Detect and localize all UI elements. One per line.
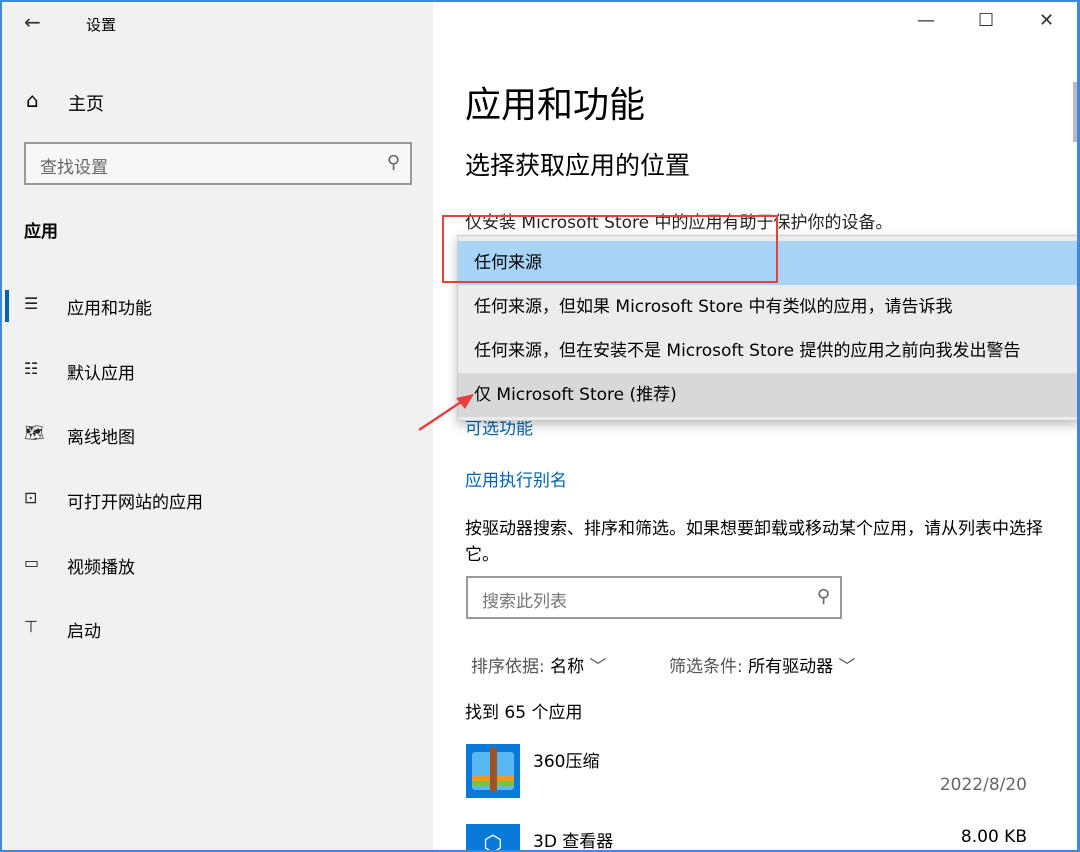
archive-app-icon: [466, 744, 520, 798]
app-name: 3D 查看器: [533, 827, 613, 852]
back-arrow-icon[interactable]: ←: [24, 10, 41, 34]
maximize-button[interactable]: ☐: [978, 10, 994, 31]
main-panel: — ☐ ✕ 应用和功能 选择获取应用的位置 仅安装 Microsoft Stor…: [433, 2, 1077, 850]
settings-search-input[interactable]: 查找设置 ⚲: [24, 142, 412, 185]
option-store-only[interactable]: 仅 Microsoft Store (推荐): [458, 373, 1078, 417]
page-title: 应用和功能: [465, 76, 645, 128]
map-icon: 🗺: [24, 423, 44, 442]
annotation-arrow-icon: [416, 392, 476, 434]
sidebar-home[interactable]: 主页: [68, 90, 104, 116]
sidebar-item-video[interactable]: ▭ 视频播放: [2, 543, 433, 587]
section-heading: 应用: [24, 217, 58, 242]
video-icon: ▭: [24, 553, 39, 572]
app-count: 找到 65 个应用: [465, 698, 582, 723]
3d-viewer-icon: ⬡: [466, 824, 520, 852]
app-date: 2022/8/20: [940, 775, 1027, 795]
filter-value: 所有驱动器: [748, 657, 833, 677]
default-apps-icon: ☷: [24, 359, 38, 378]
sidebar-item-label: 离线地图: [67, 423, 135, 448]
sidebar-item-default-apps[interactable]: ☷ 默认应用: [2, 349, 433, 393]
search-icon[interactable]: ⚲: [387, 152, 400, 173]
sidebar-item-label: 启动: [67, 617, 101, 642]
minimize-button[interactable]: —: [917, 10, 935, 31]
apps-list-icon: ☰: [24, 294, 38, 313]
app-list-search-input[interactable]: 搜索此列表 ⚲: [466, 576, 842, 619]
chevron-down-icon: ﹀: [839, 657, 856, 677]
home-icon[interactable]: ⌂: [26, 88, 39, 112]
sidebar-item-web-apps[interactable]: ⊡ 可打开网站的应用: [2, 478, 433, 522]
app-name: 360压缩: [533, 747, 599, 772]
app-list-item[interactable]: ⬡ 3D 查看器 8.00 KB: [433, 817, 1073, 852]
filter-dropdown[interactable]: 筛选条件: 所有驱动器 ﹀: [669, 652, 856, 677]
app-size: 8.00 KB: [961, 827, 1027, 847]
sidebar-item-label: 视频播放: [67, 553, 135, 578]
sort-label: 排序依据:: [471, 657, 545, 677]
list-description: 按驱动器搜索、排序和筛选。如果想要卸载或移动某个应用，请从列表中选择它。: [465, 516, 1055, 568]
sidebar: ← 设置 ⌂ 主页 查找设置 ⚲ 应用 ☰ 应用和功能 ☷ 默认应用 🗺 离线地…: [2, 2, 433, 850]
search-icon[interactable]: ⚲: [817, 586, 830, 607]
chevron-down-icon: ﹀: [590, 657, 607, 677]
window-title: 设置: [86, 14, 116, 35]
option-any-source-notify[interactable]: 任何来源，但如果 Microsoft Store 中有类似的应用，请告诉我: [458, 285, 1078, 329]
sidebar-item-label: 默认应用: [67, 359, 135, 384]
sidebar-item-label: 可打开网站的应用: [67, 488, 203, 513]
filter-label: 筛选条件:: [669, 657, 743, 677]
search-placeholder: 查找设置: [40, 153, 108, 178]
annotation-highlight-box: [442, 215, 778, 283]
sort-value: 名称: [550, 657, 584, 677]
settings-window: ← 设置 ⌂ 主页 查找设置 ⚲ 应用 ☰ 应用和功能 ☷ 默认应用 🗺 离线地…: [0, 0, 1080, 852]
sort-dropdown[interactable]: 排序依据: 名称 ﹀: [471, 652, 607, 677]
sidebar-item-startup[interactable]: ⊤ 启动: [2, 607, 433, 651]
startup-icon: ⊤: [24, 617, 38, 636]
app-alias-link[interactable]: 应用执行别名: [465, 466, 567, 491]
scrollbar[interactable]: [1073, 82, 1077, 142]
sidebar-item-apps-features[interactable]: ☰ 应用和功能: [2, 284, 433, 328]
close-button[interactable]: ✕: [1039, 10, 1054, 31]
sidebar-item-offline-maps[interactable]: 🗺 离线地图: [2, 413, 433, 457]
section-subtitle: 选择获取应用的位置: [465, 146, 690, 182]
web-app-icon: ⊡: [24, 488, 37, 507]
app-list-item[interactable]: 360压缩 2022/8/20: [433, 737, 1073, 807]
option-any-source-warn[interactable]: 任何来源，但在安装不是 Microsoft Store 提供的应用之前向我发出警…: [458, 329, 1078, 373]
search-placeholder: 搜索此列表: [482, 587, 567, 612]
sidebar-item-label: 应用和功能: [67, 294, 152, 319]
